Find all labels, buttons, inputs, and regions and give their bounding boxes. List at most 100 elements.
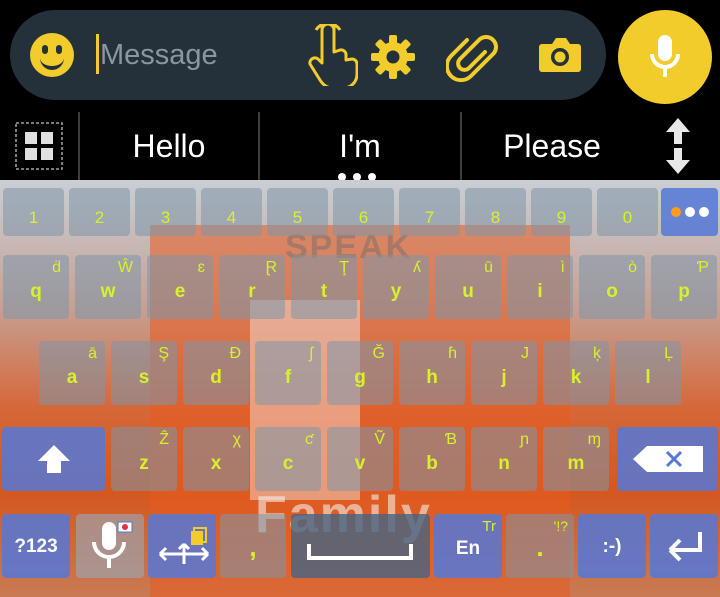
key-alt-label: ɲ (520, 431, 529, 448)
key-z[interactable]: zẐ (111, 427, 177, 491)
period-key-label: . (536, 532, 544, 562)
key-label: 4 (226, 208, 237, 227)
key-label: o (606, 281, 618, 302)
key-label: h (426, 367, 438, 388)
number-key-1[interactable]: 1 (3, 188, 64, 236)
language-key-alt: Tr (482, 518, 496, 535)
key-alt-label: Ŵ (117, 259, 133, 276)
key-k[interactable]: kķ (543, 341, 609, 405)
key-l[interactable]: lĻ (615, 341, 681, 405)
key-j[interactable]: jJ (471, 341, 537, 405)
key-alt-label: ò (628, 259, 637, 276)
language-key[interactable]: En Tr (434, 514, 502, 578)
number-key-9[interactable]: 9 (531, 188, 592, 236)
emoticon-key[interactable]: :-) (578, 514, 646, 578)
key-o[interactable]: oò (579, 255, 645, 319)
key-alt-label: J (521, 345, 529, 362)
backspace-icon (633, 446, 703, 472)
key-u[interactable]: uū (435, 255, 501, 319)
key-alt-label: ʃ (309, 345, 313, 362)
key-e[interactable]: eɛ (147, 255, 213, 319)
space-bar[interactable] (291, 514, 430, 578)
key-s[interactable]: sŞ (111, 341, 177, 405)
key-alt-label: ā (88, 345, 97, 362)
key-p[interactable]: pƤ (651, 255, 717, 319)
key-d[interactable]: dĐ (183, 341, 249, 405)
suggestion-bar: Hello I'm Please (0, 112, 720, 181)
shift-key[interactable] (2, 427, 105, 491)
touch-icon[interactable] (302, 24, 358, 86)
key-label: t (320, 281, 328, 302)
key-label: v (354, 453, 366, 474)
number-key-3[interactable]: 3 (135, 188, 196, 236)
comma-key[interactable]: , (220, 514, 286, 578)
key-label: 8 (490, 208, 501, 227)
key-label: r (248, 281, 256, 302)
voice-record-button[interactable] (618, 10, 712, 104)
key-r[interactable]: rⱤ (219, 255, 285, 319)
enter-icon (668, 532, 702, 562)
key-label: 0 (622, 208, 633, 227)
key-n[interactable]: nɲ (471, 427, 537, 491)
suggestion-3[interactable]: Please (462, 112, 642, 180)
period-key[interactable]: . '!? (506, 514, 574, 578)
key-c[interactable]: cƈ (255, 427, 321, 491)
grid-icon (15, 122, 63, 170)
number-key-0[interactable]: 0 (597, 188, 658, 236)
key-label: 2 (94, 208, 105, 227)
number-key-8[interactable]: 8 (465, 188, 526, 236)
enter-key[interactable] (650, 514, 718, 578)
emoji-eye (42, 45, 48, 54)
number-key-6[interactable]: 6 (333, 188, 394, 236)
resize-arrows-icon[interactable] (664, 116, 692, 176)
voice-input-key[interactable] (76, 514, 144, 578)
key-g[interactable]: gĞ (327, 341, 393, 405)
key-label: p (678, 281, 690, 302)
more-keys-button[interactable] (661, 188, 718, 236)
symbols-key-label: ?123 (14, 536, 58, 557)
microphone-icon (92, 521, 133, 568)
gear-icon[interactable] (369, 33, 417, 81)
key-label: 6 (358, 208, 369, 227)
symbols-key[interactable]: ?123 (2, 514, 70, 578)
key-label: q (30, 281, 42, 302)
move-cursor-key[interactable] (148, 514, 216, 578)
number-key-7[interactable]: 7 (399, 188, 460, 236)
camera-icon[interactable] (538, 36, 582, 74)
key-label: f (284, 367, 292, 388)
suggestion-1[interactable]: Hello (80, 112, 258, 180)
key-h[interactable]: hɦ (399, 341, 465, 405)
key-label: 9 (556, 208, 567, 227)
key-alt-label: Ţ (339, 259, 349, 276)
key-alt-label: Ş (158, 345, 169, 362)
key-a[interactable]: aā (39, 341, 105, 405)
number-key-5[interactable]: 5 (267, 188, 328, 236)
key-x[interactable]: xχ (183, 427, 249, 491)
language-key-label: En (455, 538, 481, 559)
backspace-key[interactable] (617, 427, 718, 491)
number-key-4[interactable]: 4 (201, 188, 262, 236)
key-alt-label: ɱ (587, 431, 601, 448)
key-i[interactable]: iì (507, 255, 573, 319)
key-label: y (390, 281, 402, 302)
message-input[interactable]: Message (100, 36, 218, 74)
move-arrows-icon (158, 527, 210, 564)
key-label: z (139, 453, 149, 474)
key-q[interactable]: qḋ (3, 255, 69, 319)
apps-grid-button[interactable] (0, 112, 78, 180)
key-f[interactable]: fʃ (255, 341, 321, 405)
key-b[interactable]: bƁ (399, 427, 465, 491)
key-w[interactable]: wŴ (75, 255, 141, 319)
emoji-mouth (40, 55, 64, 70)
number-key-2[interactable]: 2 (69, 188, 130, 236)
key-t[interactable]: tŢ (291, 255, 357, 319)
key-alt-label: ķ (593, 345, 601, 362)
paperclip-icon[interactable] (446, 30, 500, 84)
key-v[interactable]: vṼ (327, 427, 393, 491)
key-m[interactable]: mɱ (543, 427, 609, 491)
emoji-icon[interactable] (30, 33, 74, 77)
key-label: 1 (28, 208, 39, 227)
key-alt-label: ƈ (305, 431, 313, 448)
key-y[interactable]: yʎ (363, 255, 429, 319)
key-label: 5 (292, 208, 303, 227)
